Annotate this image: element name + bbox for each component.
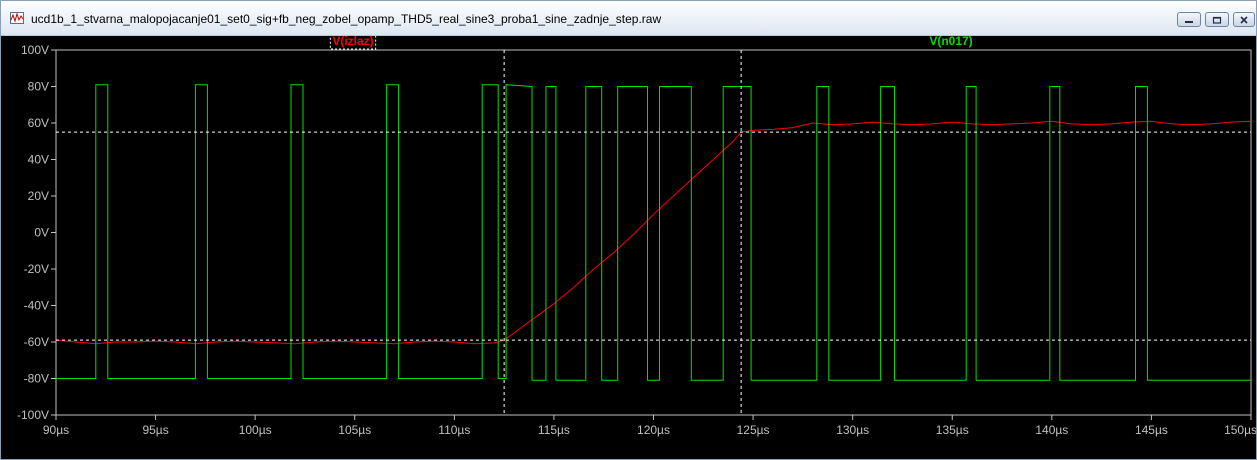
maximize-icon: [1212, 16, 1222, 24]
y-tick-label: -40V: [24, 299, 49, 313]
x-tick-label: 95µs: [142, 423, 168, 437]
x-tick-label: 150µs: [1224, 423, 1256, 437]
y-tick-label: 60V: [28, 116, 49, 130]
plot-area[interactable]: 100V 80V 60V 40V 20V 0V -20V -40V -60V -80V -100V 9…: [1, 36, 1256, 459]
legend-label-n017[interactable]: V(n017): [929, 36, 972, 48]
maximize-button[interactable]: [1205, 12, 1229, 27]
y-tick-label: -100V: [17, 408, 49, 422]
y-tick-label: -20V: [24, 262, 49, 276]
waveform-icon: [10, 12, 24, 24]
title-bar[interactable]: ucd1b_1_stvarna_malopojacanje01_set0_sig…: [1, 1, 1256, 36]
minimize-button[interactable]: [1177, 12, 1201, 27]
y-tick-label: 40V: [28, 153, 49, 167]
x-tick-label: 110µs: [438, 423, 470, 437]
y-tick-label: 20V: [28, 189, 49, 203]
x-tick-label: 115µs: [538, 423, 570, 437]
minimize-icon: [1185, 20, 1193, 23]
series-line-n017[interactable]: [56, 84, 1251, 381]
legend-label-izlaz[interactable]: V(izlaz): [332, 36, 373, 48]
x-tick-label: 105µs: [338, 423, 371, 437]
waveform-chart[interactable]: 100V80V60V40V20V0V-20V-40V-60V-80V-100V9…: [1, 36, 1256, 459]
x-tick-label: 130µs: [836, 423, 869, 437]
x-tick-label: 145µs: [1135, 423, 1168, 437]
y-tick-label: 100V: [21, 43, 49, 57]
x-tick-label: 100µs: [239, 423, 272, 437]
close-button[interactable]: [1233, 12, 1255, 27]
x-tick-label: 125µs: [737, 423, 770, 437]
x-tick-label: 135µs: [936, 423, 969, 437]
plot-frame: [55, 49, 1252, 416]
y-tick-label: -80V: [24, 372, 49, 386]
x-tick-label: 90µs: [43, 423, 69, 437]
close-icon: [1240, 15, 1248, 24]
series-line-izlaz[interactable]: [55, 120, 1252, 345]
plot-window: ucd1b_1_stvarna_malopojacanje01_set0_sig…: [0, 0, 1257, 460]
y-tick-label: 0V: [34, 226, 49, 240]
x-tick-label: 120µs: [637, 423, 670, 437]
window-title: ucd1b_1_stvarna_malopojacanje01_set0_sig…: [31, 12, 662, 26]
y-tick-label: -60V: [24, 335, 49, 349]
x-tick-label: 140µs: [1035, 423, 1068, 437]
y-tick-label: 80V: [28, 80, 49, 94]
